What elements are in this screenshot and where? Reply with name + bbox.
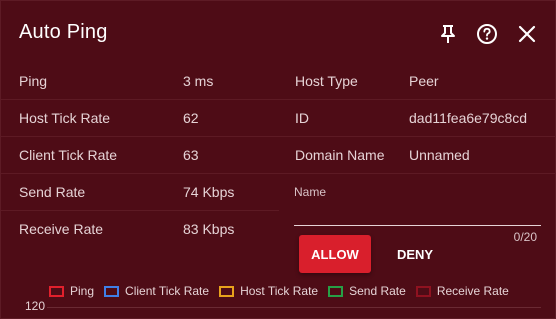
stat-label: Client Tick Rate [19, 147, 118, 163]
legend-item-client-tick-rate[interactable]: Client Tick Rate [104, 284, 209, 298]
legend-swatch [415, 285, 431, 297]
legend-swatch [328, 285, 344, 297]
stat-value: 83 Kbps [183, 221, 235, 237]
legend-item-receive-rate[interactable]: Receive Rate [415, 284, 509, 298]
stat-label: ID [295, 110, 309, 126]
dialog-title: Auto Ping [19, 21, 108, 43]
legend-item-send-rate[interactable]: Send Rate [328, 284, 406, 298]
name-char-counter: 0/20 [513, 230, 537, 244]
stat-value: 63 [183, 147, 199, 163]
stat-label: Receive Rate [19, 221, 104, 237]
legend-item-host-tick-rate[interactable]: Host Tick Rate [219, 284, 318, 298]
stat-label: Send Rate [19, 184, 86, 200]
chart-gridline [47, 307, 541, 308]
chart-y-tick-label: 120 [25, 299, 46, 313]
legend-swatch [49, 285, 64, 297]
legend-label: Receive Rate [436, 284, 509, 298]
stat-value: Peer [409, 73, 439, 89]
stat-row-id: ID dad11fea6e79c8cd [279, 100, 556, 137]
dialog-header: Auto Ping [1, 1, 556, 63]
stat-row-host-type: Host Type Peer [279, 63, 556, 100]
legend-label: Host Tick Rate [240, 284, 319, 298]
close-icon[interactable] [516, 23, 538, 45]
stat-value: Unnamed [409, 147, 470, 163]
legend-label: Client Tick Rate [125, 284, 210, 298]
stat-value: 3 ms [183, 73, 214, 89]
deny-button[interactable]: DENY [381, 235, 449, 273]
pin-icon[interactable] [437, 23, 459, 45]
chart-legend: Ping Client Tick Rate Host Tick Rate Sen… [49, 283, 519, 299]
stat-row-domain-name: Domain Name Unnamed [279, 137, 556, 174]
stat-label: Domain Name [295, 147, 385, 163]
stat-value: 74 Kbps [183, 184, 235, 200]
stat-label: Host Type [295, 73, 358, 89]
legend-item-ping[interactable]: Ping [49, 284, 94, 298]
legend-label: Send Rate [349, 284, 406, 298]
stat-row-host-tick-rate: Host Tick Rate 62 [1, 100, 279, 137]
stat-row-receive-rate: Receive Rate 83 Kbps [1, 211, 279, 248]
legend-swatch [219, 285, 235, 297]
stat-value: 62 [183, 110, 199, 126]
allow-button[interactable]: ALLOW [299, 235, 371, 273]
stat-value: dad11fea6e79c8cd [409, 110, 528, 126]
name-input[interactable] [294, 199, 541, 226]
auto-ping-dialog: Auto Ping Ping 3 ms Host Tick Rate 62 Cl [0, 0, 556, 319]
stat-label: Ping [19, 73, 48, 89]
legend-label: Ping [70, 284, 95, 298]
legend-swatch [104, 285, 120, 297]
stat-label: Host Tick Rate [19, 110, 111, 126]
stat-row-ping: Ping 3 ms [1, 63, 279, 100]
name-field-label: Name [294, 185, 327, 199]
stat-row-client-tick-rate: Client Tick Rate 63 [1, 137, 279, 174]
stat-row-send-rate: Send Rate 74 Kbps [1, 174, 279, 211]
help-icon[interactable] [476, 23, 498, 45]
